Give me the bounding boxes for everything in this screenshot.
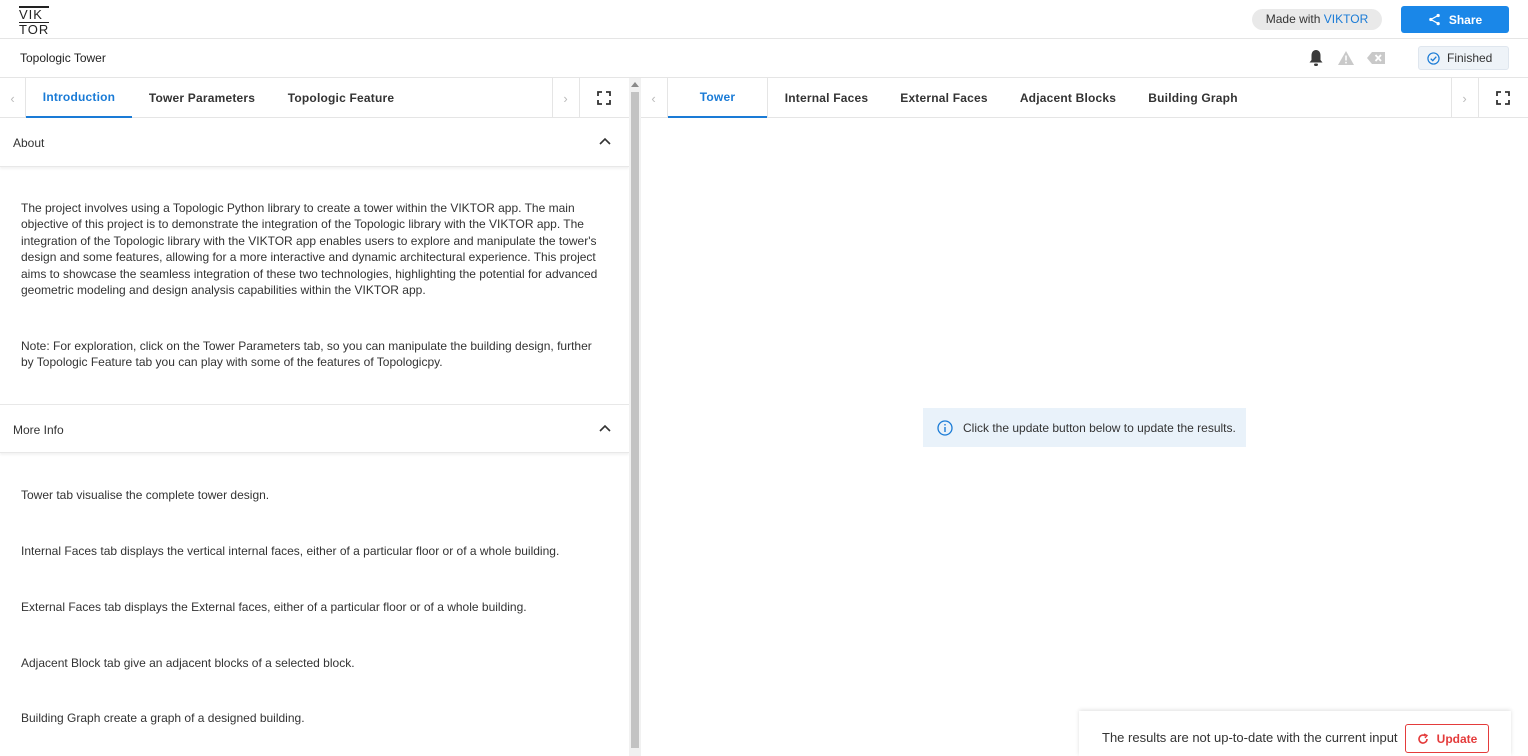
outdated-message: The results are not up-to-date with the …: [1102, 730, 1398, 745]
made-with-brand: VIKTOR: [1323, 12, 1369, 26]
warning-icon[interactable]: [1337, 50, 1355, 66]
info-item-building-graph: Building Graph create a graph of a desig…: [21, 711, 305, 725]
scroll-up-arrow[interactable]: [631, 82, 639, 87]
left-panel-scrollbar[interactable]: [629, 78, 641, 756]
left-tab-bar: ‹ Introduction Tower Parameters Topologi…: [0, 78, 629, 118]
about-text: The project involves using a Topologic P…: [21, 201, 598, 298]
more-info-title: More Info: [13, 423, 64, 437]
info-icon: [937, 419, 953, 436]
scrollbar-thumb[interactable]: [631, 92, 639, 748]
tab-tower[interactable]: Tower: [668, 78, 767, 118]
chevron-left-icon[interactable]: ‹: [641, 78, 666, 118]
about-title: About: [13, 136, 45, 150]
fullscreen-icon[interactable]: [597, 91, 611, 105]
chevron-left-icon[interactable]: ‹: [0, 78, 25, 118]
logo-line-1: VIK: [19, 6, 49, 21]
chevron-up-icon[interactable]: [599, 424, 611, 432]
top-bar: VIK TOR Made with VIKTOR Share: [0, 0, 1528, 39]
tab-internal-faces[interactable]: Internal Faces: [768, 78, 885, 118]
tab-topologic-feature[interactable]: Topologic Feature: [272, 78, 410, 118]
app-title: Topologic Tower: [20, 51, 106, 65]
tab-introduction[interactable]: Introduction: [26, 78, 132, 118]
info-item-internal-faces: Internal Faces tab displays the vertical…: [21, 544, 560, 558]
chevron-up-icon[interactable]: [599, 137, 611, 145]
info-message: Click the update button below to update …: [963, 420, 1236, 435]
app-bar: Topologic Tower Finished: [0, 39, 1528, 78]
fullscreen-icon[interactable]: [1496, 91, 1510, 105]
tab-tower-parameters[interactable]: Tower Parameters: [132, 78, 272, 118]
info-message-box: Click the update button below to update …: [923, 408, 1246, 447]
update-button[interactable]: Update: [1405, 724, 1489, 753]
right-tab-bar: ‹ Tower Internal Faces External Faces Ad…: [641, 78, 1528, 118]
info-item-adjacent-block: Adjacent Block tab give an adjacent bloc…: [21, 656, 355, 670]
made-with-prefix: Made with: [1265, 12, 1324, 26]
check-circle-icon: [1427, 51, 1440, 65]
share-label: Share: [1448, 12, 1483, 27]
bell-icon[interactable]: [1308, 49, 1324, 67]
tab-external-faces[interactable]: External Faces: [885, 78, 1003, 118]
refresh-icon: [1417, 732, 1428, 744]
chevron-right-icon[interactable]: ›: [1452, 78, 1477, 118]
viktor-logo[interactable]: VIK TOR: [19, 6, 53, 37]
update-footer: The results are not up-to-date with the …: [1079, 711, 1511, 756]
right-panel: ‹ Tower Internal Faces External Faces Ad…: [641, 78, 1528, 756]
tab-divider: [579, 78, 580, 118]
share-icon: [1429, 13, 1440, 26]
left-panel: ‹ Introduction Tower Parameters Topologi…: [0, 78, 629, 756]
about-section-header[interactable]: About: [0, 118, 629, 167]
info-item-tower: Tower tab visualise the complete tower d…: [21, 488, 270, 502]
made-with-badge[interactable]: Made with VIKTOR: [1252, 9, 1382, 30]
more-info-section-header[interactable]: More Info: [0, 404, 629, 453]
tab-adjacent-blocks[interactable]: Adjacent Blocks: [1003, 78, 1133, 118]
logo-line-2: TOR: [19, 22, 50, 37]
info-item-external-faces: External Faces tab displays the External…: [21, 600, 527, 614]
status-badge[interactable]: Finished: [1418, 46, 1509, 70]
share-button[interactable]: Share: [1401, 6, 1509, 33]
tab-building-graph[interactable]: Building Graph: [1133, 78, 1253, 118]
status-label: Finished: [1447, 51, 1493, 65]
about-note: Note: For exploration, click on the Towe…: [21, 339, 592, 370]
clear-icon[interactable]: [1366, 51, 1386, 65]
chevron-right-icon[interactable]: ›: [553, 78, 578, 118]
tab-divider: [1478, 78, 1479, 118]
update-label: Update: [1436, 731, 1478, 746]
